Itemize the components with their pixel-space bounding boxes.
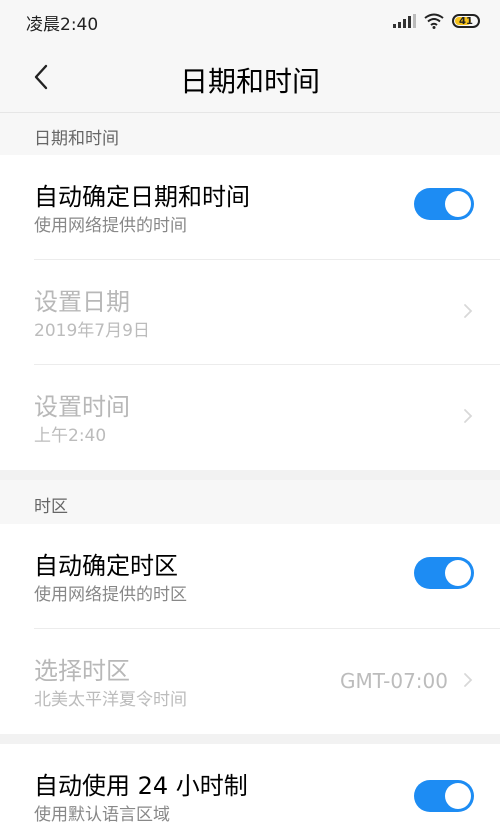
- timezone-value: GMT-07:00: [340, 669, 448, 693]
- row-title: 自动确定时区: [34, 552, 178, 580]
- toggle-knob: [445, 560, 471, 586]
- row-title: 自动确定日期和时间: [34, 183, 250, 211]
- section-header-date-time: 日期和时间: [0, 113, 500, 155]
- use-24h-toggle[interactable]: [414, 780, 474, 812]
- row-title: 设置时间: [34, 393, 130, 421]
- set-date-row[interactable]: 设置日期 2019年7月9日: [0, 260, 500, 365]
- chevron-right-icon: [464, 409, 473, 423]
- status-bar: 凌晨2:40 41: [0, 0, 500, 42]
- chevron-right-icon: [464, 673, 473, 687]
- section-gap: [0, 734, 500, 744]
- row-title: 选择时区: [34, 657, 130, 685]
- battery-icon: 41: [452, 14, 480, 28]
- wifi-icon: [424, 13, 444, 29]
- set-time-row[interactable]: 设置时间 上午2:40: [0, 365, 500, 470]
- row-title: 自动使用 24 小时制: [34, 772, 248, 800]
- auto-datetime-row[interactable]: 自动确定日期和时间 使用网络提供的时间: [0, 155, 500, 260]
- signal-icon: [393, 14, 416, 28]
- toggle-knob: [445, 191, 471, 217]
- battery-level: 41: [459, 15, 473, 27]
- row-subtitle: 使用网络提供的时间: [34, 216, 187, 236]
- row-subtitle: 使用默认语言区域: [34, 805, 170, 825]
- section-label: 日期和时间: [34, 129, 119, 149]
- row-subtitle: 2019年7月9日: [34, 321, 150, 341]
- page-title: 日期和时间: [179, 65, 320, 98]
- chevron-right-icon: [464, 304, 473, 318]
- status-time: 凌晨2:40: [26, 15, 99, 35]
- auto-timezone-toggle[interactable]: [414, 557, 474, 589]
- status-icons: 41: [393, 12, 480, 30]
- row-title: 设置日期: [34, 288, 130, 316]
- row-subtitle: 上午2:40: [34, 426, 107, 446]
- row-subtitle: 北美太平洋夏令时间: [34, 690, 187, 710]
- section-label: 时区: [34, 497, 68, 517]
- row-subtitle: 使用网络提供的时区: [34, 585, 187, 605]
- header: 日期和时间: [0, 42, 500, 113]
- auto-timezone-row[interactable]: 自动确定时区 使用网络提供的时区: [0, 524, 500, 629]
- toggle-knob: [445, 783, 471, 809]
- use-24h-row[interactable]: 自动使用 24 小时制 使用默认语言区域: [0, 744, 500, 832]
- auto-datetime-toggle[interactable]: [414, 188, 474, 220]
- section-header-timezone: 时区: [0, 480, 500, 524]
- section-gap: [0, 470, 500, 480]
- select-timezone-row[interactable]: 选择时区 北美太平洋夏令时间 GMT-07:00: [0, 629, 500, 734]
